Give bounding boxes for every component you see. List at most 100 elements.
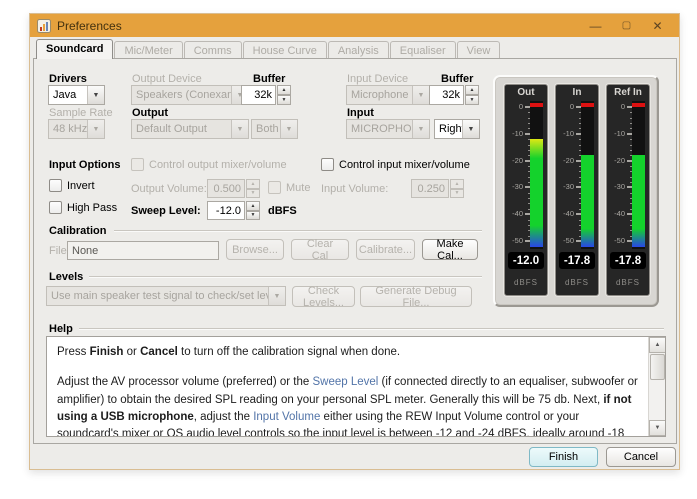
control-output-mixer-checkbox: Control output mixer/volume xyxy=(131,158,287,171)
input-combo: MICROPHONE (Master V...▼ xyxy=(346,119,430,139)
chevron-down-icon: ▼ xyxy=(231,120,248,138)
finish-button[interactable]: Finish xyxy=(529,447,598,467)
clip-indicator xyxy=(530,103,543,107)
input-volume-spinner: 0.250 ▲▼ xyxy=(411,179,464,198)
chevron-down-icon: ▼ xyxy=(268,287,285,305)
control-input-mixer-checkbox[interactable]: Control input mixer/volume xyxy=(321,158,470,171)
meter-bar xyxy=(632,155,645,247)
meter-scale: 0-10-20-30-40-50 xyxy=(609,101,633,249)
spinner-up-icon[interactable]: ▲ xyxy=(465,85,479,95)
meter-bar-channel xyxy=(581,101,594,249)
high-pass-checkbox[interactable]: High Pass xyxy=(49,201,117,214)
calibration-divider xyxy=(114,230,482,232)
tab-view: View xyxy=(457,41,501,59)
input-buffer-spinner[interactable]: 32k ▲▼ xyxy=(429,85,479,105)
input-volume-label: Input Volume: xyxy=(321,183,388,195)
input-device-combo: Microphone (Conexant ...▼ xyxy=(346,85,430,105)
calibrate--button: Calibrate... xyxy=(356,239,415,260)
chevron-down-icon: ▼ xyxy=(87,120,104,138)
meter-name: In xyxy=(556,87,598,98)
levels-combo: Use main speaker test signal to check/se… xyxy=(46,286,286,306)
clip-indicator xyxy=(632,103,645,107)
spinner-down-icon[interactable]: ▼ xyxy=(277,95,291,105)
invert-checkbox[interactable]: Invert xyxy=(49,179,95,192)
tab-analysis: Analysis xyxy=(328,41,389,59)
output-buffer-label: Buffer xyxy=(253,73,285,85)
spinner-up-icon: ▲ xyxy=(450,179,464,189)
meter-out: Out0-10-20-30-40-50-12.0dBFS xyxy=(504,84,548,296)
input-buffer-label: Buffer xyxy=(441,73,473,85)
level-meters-panel: Out0-10-20-30-40-50-12.0dBFSIn0-10-20-30… xyxy=(493,75,659,307)
preferences-dialog: Preferences — ▢ ✕ SoundcardMic/MeterComm… xyxy=(29,13,680,470)
input-device-label: Input Device xyxy=(347,73,408,85)
generate-debug-file--button: Generate Debug File... xyxy=(360,286,472,307)
tab-soundcard[interactable]: Soundcard xyxy=(36,39,113,59)
sweep-unit-label: dBFS xyxy=(268,205,297,217)
maximize-icon[interactable]: ▢ xyxy=(611,14,642,37)
meter-value: -17.8 xyxy=(610,252,646,269)
spinner-down-icon: ▼ xyxy=(450,189,464,199)
drivers-label: Drivers xyxy=(49,73,87,85)
scroll-up-icon[interactable]: ▲ xyxy=(649,337,666,353)
chevron-down-icon: ▼ xyxy=(412,120,429,138)
spinner-down-icon[interactable]: ▼ xyxy=(246,211,260,221)
chevron-down-icon: ▼ xyxy=(412,86,429,104)
input-label: Input xyxy=(347,107,374,119)
scroll-thumb[interactable] xyxy=(650,354,665,380)
meter-unit-label: dBFS xyxy=(607,278,649,287)
sample-rate-label: Sample Rate xyxy=(49,107,113,119)
input-options-label: Input Options xyxy=(49,159,120,171)
close-icon[interactable]: ✕ xyxy=(642,14,673,37)
check-levels--button: Check Levels... xyxy=(292,286,355,307)
help-divider xyxy=(79,328,664,330)
drivers-combo[interactable]: Java▼ xyxy=(48,85,105,105)
mute-checkbox: Mute xyxy=(268,181,310,194)
meter-name: Ref In xyxy=(607,87,649,98)
meter-bar xyxy=(530,139,543,247)
meter-unit-label: dBFS xyxy=(505,278,547,287)
meter-scale: 0-10-20-30-40-50 xyxy=(507,101,531,249)
sweep-level-spinner[interactable]: -12.0 ▲▼ xyxy=(207,201,260,220)
meter-bar-channel xyxy=(530,101,543,249)
meter-bar xyxy=(581,155,594,247)
meter-in: In0-10-20-30-40-50-17.8dBFS xyxy=(555,84,599,296)
levels-title: Levels xyxy=(49,271,88,283)
meter-ref-in: Ref In 0-10-20-30-40-50 -17.8 dBFS xyxy=(606,84,650,296)
input-channel-combo[interactable]: Right▼ xyxy=(434,119,480,139)
spinner-down-icon: ▼ xyxy=(246,189,260,199)
soundcard-panel: Drivers Java▼ Output Device Speakers (Co… xyxy=(33,58,677,444)
output-device-label: Output Device xyxy=(132,73,202,85)
chevron-down-icon: ▼ xyxy=(280,120,297,138)
calibration-title: Calibration xyxy=(49,225,111,237)
cancel-button[interactable]: Cancel xyxy=(606,447,676,467)
clip-indicator xyxy=(581,103,594,107)
meter-bar-channel xyxy=(632,101,645,249)
spinner-down-icon[interactable]: ▼ xyxy=(465,95,479,105)
meter-value: -17.8 xyxy=(559,252,595,269)
tab-comms: Comms xyxy=(184,41,242,59)
sweep-level-label: Sweep Level: xyxy=(131,205,201,217)
tab-bar: SoundcardMic/MeterCommsHouse CurveAnalys… xyxy=(33,39,676,59)
output-device-combo: Speakers (Conexant Sm...▼ xyxy=(131,85,249,105)
output-buffer-spinner[interactable]: 32k ▲▼ xyxy=(241,85,291,105)
make-cal--button[interactable]: Make Cal... xyxy=(422,239,478,260)
minimize-icon[interactable]: — xyxy=(580,14,611,37)
help-scrollbar[interactable]: ▲ ▼ xyxy=(648,337,665,436)
tab-equaliser: Equaliser xyxy=(390,41,456,59)
output-volume-label: Output Volume: xyxy=(131,183,207,195)
tab-mic-meter: Mic/Meter xyxy=(114,41,182,59)
spinner-up-icon: ▲ xyxy=(246,179,260,189)
help-title: Help xyxy=(49,323,78,335)
help-text: Press Finish or Cancel to turn off the c… xyxy=(47,337,648,436)
chevron-down-icon: ▼ xyxy=(87,86,104,104)
scroll-down-icon[interactable]: ▼ xyxy=(649,420,666,436)
window-title: Preferences xyxy=(57,19,122,33)
help-textarea[interactable]: Press Finish or Cancel to turn off the c… xyxy=(46,336,666,437)
app-icon xyxy=(37,19,51,33)
levels-divider xyxy=(89,276,482,278)
spinner-up-icon[interactable]: ▲ xyxy=(277,85,291,95)
spinner-up-icon[interactable]: ▲ xyxy=(246,201,260,211)
title-bar: Preferences — ▢ ✕ xyxy=(30,14,679,37)
tab-house-curve: House Curve xyxy=(243,41,327,59)
output-label: Output xyxy=(132,107,168,119)
